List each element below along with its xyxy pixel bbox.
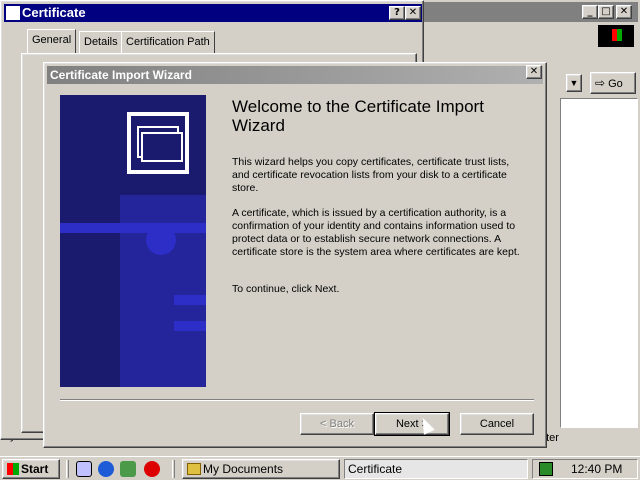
internet-explorer-icon[interactable] — [98, 461, 114, 477]
tab-details[interactable]: Details — [79, 31, 123, 53]
tab-certification-path[interactable]: Certification Path — [121, 31, 215, 53]
go-arrow-icon: ⇨ — [595, 76, 606, 90]
help-button[interactable]: ? — [389, 6, 405, 20]
close-button[interactable]: ✕ — [526, 65, 542, 79]
wizard-banner-image — [60, 95, 206, 387]
task-label: My Documents — [203, 462, 284, 476]
banner-shape — [120, 195, 206, 387]
separator — [60, 399, 534, 401]
certificate-icon — [6, 6, 20, 20]
show-desktop-icon[interactable] — [76, 461, 92, 477]
windows-logo-icon — [7, 463, 19, 475]
card-outline-front — [141, 132, 183, 162]
close-icon[interactable]: ✕ — [616, 5, 632, 19]
maximize-icon[interactable]: □ — [598, 5, 614, 19]
task-label: Certificate — [348, 462, 403, 476]
address-dropdown-icon[interactable]: ▼ — [566, 74, 582, 92]
wizard-titlebar[interactable]: Certificate Import Wizard — [47, 66, 543, 84]
certificate-titlebar[interactable]: Certificate — [4, 4, 422, 22]
close-button[interactable]: ✕ — [405, 6, 421, 20]
wizard-paragraph: To continue, click Next. — [232, 283, 340, 295]
folder-icon — [187, 463, 201, 475]
windows-flag-icon — [612, 29, 622, 41]
start-label: Start — [21, 462, 49, 476]
taskbar: Start My Documents Certificate 12:40 PM — [0, 456, 640, 480]
next-button[interactable]: Next > — [374, 412, 450, 436]
certificate-import-wizard: Certificate Import Wizard ✕ Welcome to t… — [43, 62, 547, 448]
toolbar-gripper[interactable] — [172, 460, 175, 478]
clock[interactable]: 12:40 PM — [571, 460, 622, 478]
start-button[interactable]: Start — [2, 459, 60, 479]
certificate-title: Certificate — [22, 5, 86, 20]
tab-general[interactable]: General — [27, 29, 77, 53]
task-certificate[interactable]: Certificate — [344, 459, 528, 479]
back-button[interactable]: < Back — [300, 413, 374, 435]
banner-stripe — [174, 321, 206, 331]
banner-stripe — [174, 295, 206, 305]
wizard-heading: Welcome to the Certificate Import Wizard — [232, 97, 484, 135]
go-button[interactable]: ⇨ Go — [590, 72, 636, 94]
banner-circle — [146, 225, 176, 255]
toolbar-gripper[interactable] — [66, 460, 69, 478]
wizard-paragraph: This wizard helps you copy certificates,… — [232, 156, 510, 194]
go-label: Go — [608, 78, 623, 90]
certificate-card-icon — [127, 112, 189, 174]
opera-icon[interactable] — [144, 461, 160, 477]
wizard-paragraph: A certificate, which is issued by a cert… — [232, 207, 520, 258]
system-tray: 12:40 PM — [532, 459, 638, 479]
minimize-icon[interactable]: _ — [582, 5, 598, 19]
network-icon[interactable] — [539, 462, 553, 476]
browser-content-area[interactable] — [560, 98, 638, 428]
wizard-title: Certificate Import Wizard — [50, 68, 192, 82]
task-my-documents[interactable]: My Documents — [182, 459, 340, 479]
cancel-button[interactable]: Cancel — [460, 413, 534, 435]
outlook-express-icon[interactable] — [120, 461, 136, 477]
